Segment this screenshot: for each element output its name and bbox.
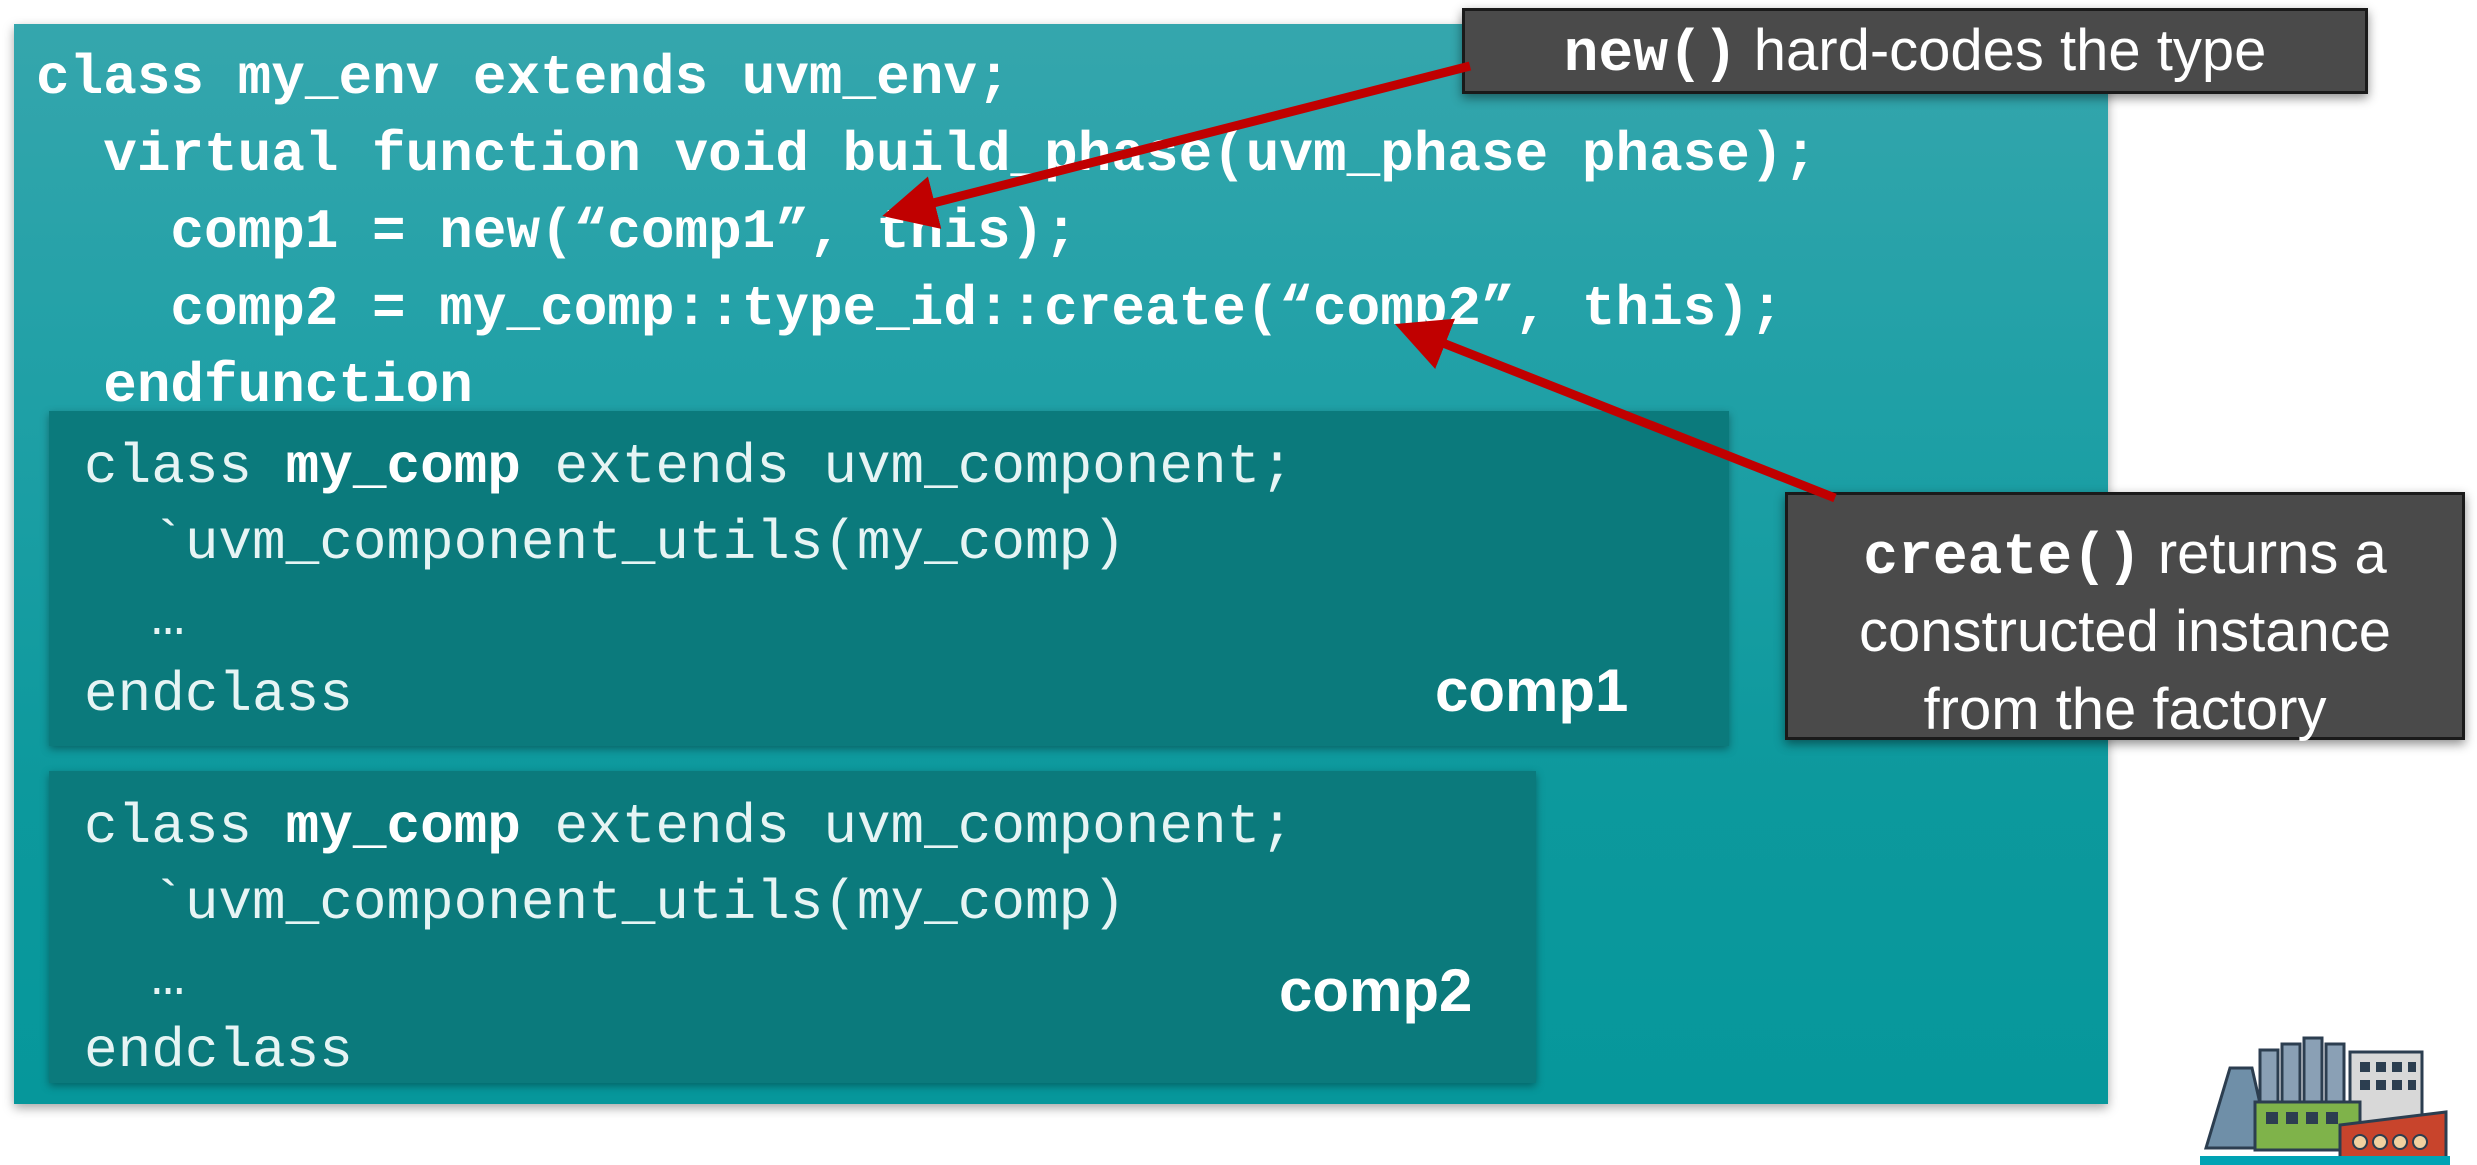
- arrow-to-create: [1394, 318, 1837, 503]
- slide: class my_env extends uvm_env; virtual fu…: [0, 0, 2477, 1165]
- factory-icon: [2200, 1036, 2450, 1165]
- arrow-to-new: [882, 61, 1472, 229]
- pointer-arrows: [882, 61, 1837, 503]
